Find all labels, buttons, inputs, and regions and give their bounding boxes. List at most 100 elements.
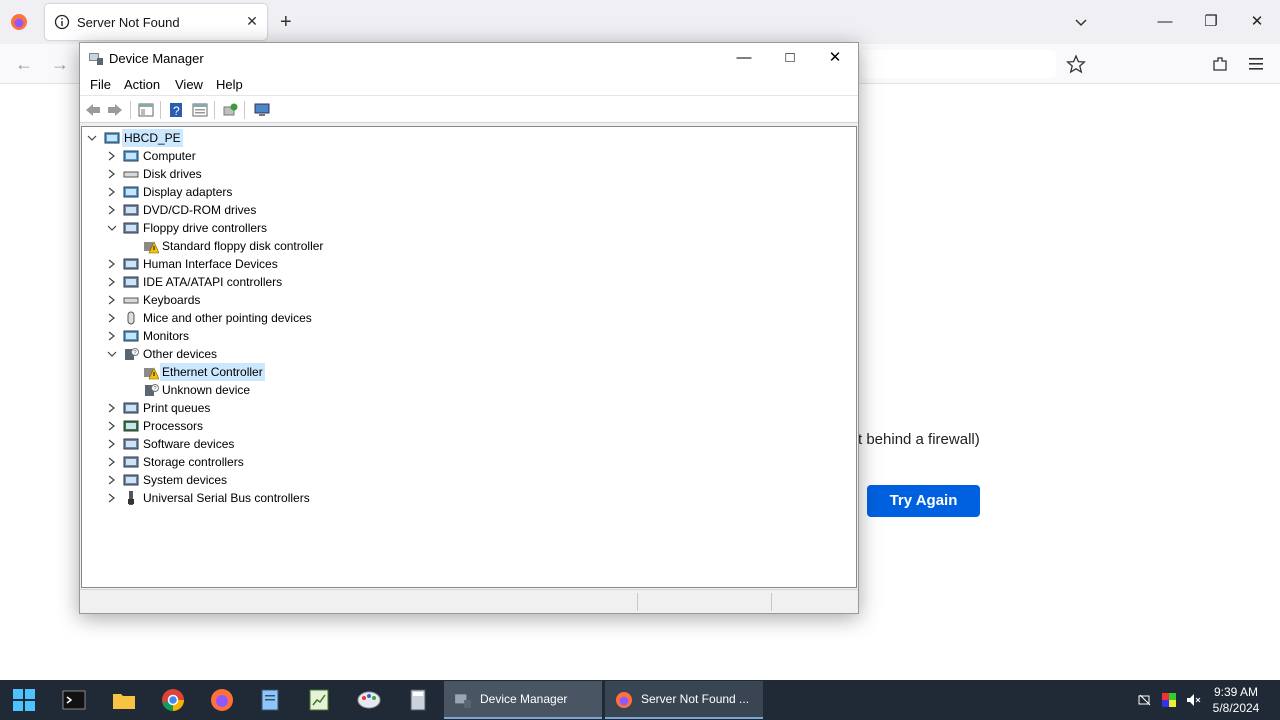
back-icon[interactable]	[85, 102, 101, 118]
paint-icon[interactable]	[355, 686, 383, 714]
task-label: Server Not Found ...	[641, 692, 750, 706]
bookmark-star-icon[interactable]	[1066, 54, 1086, 74]
terminal-icon[interactable]	[60, 686, 88, 714]
tree-category-node[interactable]: Keyboards	[82, 291, 852, 309]
browser-close-button[interactable]: ✕	[1245, 11, 1269, 33]
tree-device-node[interactable]: Standard floppy disk controller	[82, 237, 852, 255]
tree-category-node[interactable]: Display adapters	[82, 183, 852, 201]
firefox-icon[interactable]	[208, 686, 236, 714]
expand-chevron-icon[interactable]	[106, 417, 118, 435]
menu-action[interactable]: Action	[124, 77, 160, 92]
try-again-button[interactable]: Try Again	[867, 485, 980, 517]
hamburger-menu-icon[interactable]	[1247, 55, 1265, 73]
tree-category-node[interactable]: Universal Serial Bus controllers	[82, 489, 852, 507]
tree-category-node[interactable]: Mice and other pointing devices	[82, 309, 852, 327]
tree-item-label: Universal Serial Bus controllers	[143, 491, 310, 505]
spreadsheet-icon[interactable]	[305, 686, 333, 714]
clock-date: 5/8/2024	[1212, 701, 1260, 715]
tree-category-node[interactable]: Software devices	[82, 435, 852, 453]
expand-chevron-icon[interactable]	[106, 291, 118, 309]
new-tab-button[interactable]: +	[280, 12, 292, 32]
tab-close-icon[interactable]: ✕	[243, 12, 261, 30]
tree-item-label: Human Interface Devices	[143, 257, 278, 271]
disk-icon	[123, 166, 139, 182]
tree-category-node[interactable]: Processors	[82, 417, 852, 435]
expand-chevron-icon[interactable]	[106, 255, 118, 273]
calculator-icon[interactable]	[404, 686, 432, 714]
tree-category-node[interactable]: System devices	[82, 471, 852, 489]
device-tree[interactable]: HBCD_PE Computer Disk drives Display adapte…	[81, 126, 857, 588]
maximize-button[interactable]: □	[776, 47, 804, 69]
tree-item-label: Unknown device	[162, 383, 251, 397]
extensions-icon[interactable]	[1211, 55, 1229, 73]
back-arrow-icon[interactable]: ←	[14, 54, 34, 74]
forward-icon[interactable]	[107, 102, 123, 118]
tree-category-node[interactable]: Floppy drive controllers	[82, 219, 852, 237]
url-bar[interactable]	[860, 50, 1056, 78]
chrome-icon[interactable]	[159, 686, 187, 714]
scan-hardware-icon[interactable]	[254, 102, 270, 118]
taskbar: Device Manager Server Not Found ... 9:39…	[0, 680, 1280, 720]
help-icon[interactable]: ?	[168, 102, 184, 118]
network-error-icon[interactable]	[1137, 692, 1153, 708]
expand-chevron-icon[interactable]	[106, 471, 118, 489]
expand-chevron-icon[interactable]	[106, 309, 118, 327]
tree-item-label: Display adapters	[143, 185, 233, 199]
expand-chevron-icon[interactable]	[106, 489, 118, 507]
tree-category-node[interactable]: Computer	[82, 147, 852, 165]
expand-chevron-icon[interactable]	[106, 201, 118, 219]
browser-restore-button[interactable]: ❐	[1199, 11, 1223, 33]
start-windows-icon[interactable]	[10, 686, 38, 714]
menu-file[interactable]: File	[90, 77, 111, 92]
firefox-logo-icon[interactable]	[10, 13, 28, 31]
tree-category-node[interactable]: ? Other devices	[82, 345, 852, 363]
browser-minimize-button[interactable]: —	[1153, 11, 1177, 33]
tree-category-node[interactable]: Storage controllers	[82, 453, 852, 471]
update-driver-icon[interactable]	[222, 102, 238, 118]
close-button[interactable]: ✕	[821, 47, 849, 69]
show-hide-tree-icon[interactable]	[138, 102, 154, 118]
menu-help[interactable]: Help	[216, 77, 243, 92]
file-explorer-icon[interactable]	[110, 686, 138, 714]
properties-icon[interactable]	[192, 102, 208, 118]
expand-chevron-icon[interactable]	[106, 273, 118, 291]
minimize-button[interactable]: —	[730, 47, 758, 69]
forward-arrow-icon[interactable]: →	[50, 54, 70, 74]
software-icon	[123, 436, 139, 452]
volume-muted-icon[interactable]	[1185, 692, 1201, 708]
tree-item-label: Monitors	[143, 329, 190, 343]
expand-chevron-icon[interactable]	[106, 453, 118, 471]
tree-device-node[interactable]: ? Unknown device	[82, 381, 852, 399]
expand-chevron-icon[interactable]	[106, 435, 118, 453]
expand-chevron-icon[interactable]	[106, 327, 118, 345]
color-app-icon[interactable]	[1161, 692, 1177, 708]
tree-category-node[interactable]: Disk drives	[82, 165, 852, 183]
expand-chevron-icon[interactable]	[106, 183, 118, 201]
expand-chevron-icon[interactable]	[106, 165, 118, 183]
toolbar-separator	[160, 101, 161, 119]
expand-chevron-icon[interactable]	[106, 399, 118, 417]
tree-category-node[interactable]: DVD/CD-ROM drives	[82, 201, 852, 219]
status-separator	[637, 593, 638, 611]
title-bar[interactable]: Device Manager — □ ✕	[80, 43, 858, 73]
taskbar-firefox[interactable]: Server Not Found ...	[605, 681, 763, 719]
tree-root-node[interactable]: HBCD_PE	[82, 129, 852, 147]
tree-category-node[interactable]: Monitors	[82, 327, 852, 345]
expand-chevron-icon[interactable]	[106, 147, 118, 165]
collapse-chevron-icon[interactable]	[106, 219, 118, 237]
list-all-tabs-icon[interactable]	[1072, 13, 1090, 31]
tree-category-node[interactable]: IDE ATA/ATAPI controllers	[82, 273, 852, 291]
collapse-chevron-icon[interactable]	[86, 129, 98, 147]
tab-server-not-found[interactable]: Server Not Found ✕	[45, 4, 267, 40]
keyboard-icon	[123, 292, 139, 308]
taskbar-device-manager[interactable]: Device Manager	[444, 681, 602, 719]
tree-item-label: Software devices	[143, 437, 235, 451]
collapse-chevron-icon[interactable]	[106, 345, 118, 363]
system-clock[interactable]: 9:39 AM 5/8/2024	[1208, 684, 1264, 716]
tree-category-node[interactable]: Human Interface Devices	[82, 255, 852, 273]
device-manager-icon	[89, 53, 103, 65]
tree-device-node[interactable]: Ethernet Controller	[82, 363, 852, 381]
notepad-icon[interactable]	[256, 686, 284, 714]
tree-category-node[interactable]: Print queues	[82, 399, 852, 417]
menu-view[interactable]: View	[175, 77, 203, 92]
